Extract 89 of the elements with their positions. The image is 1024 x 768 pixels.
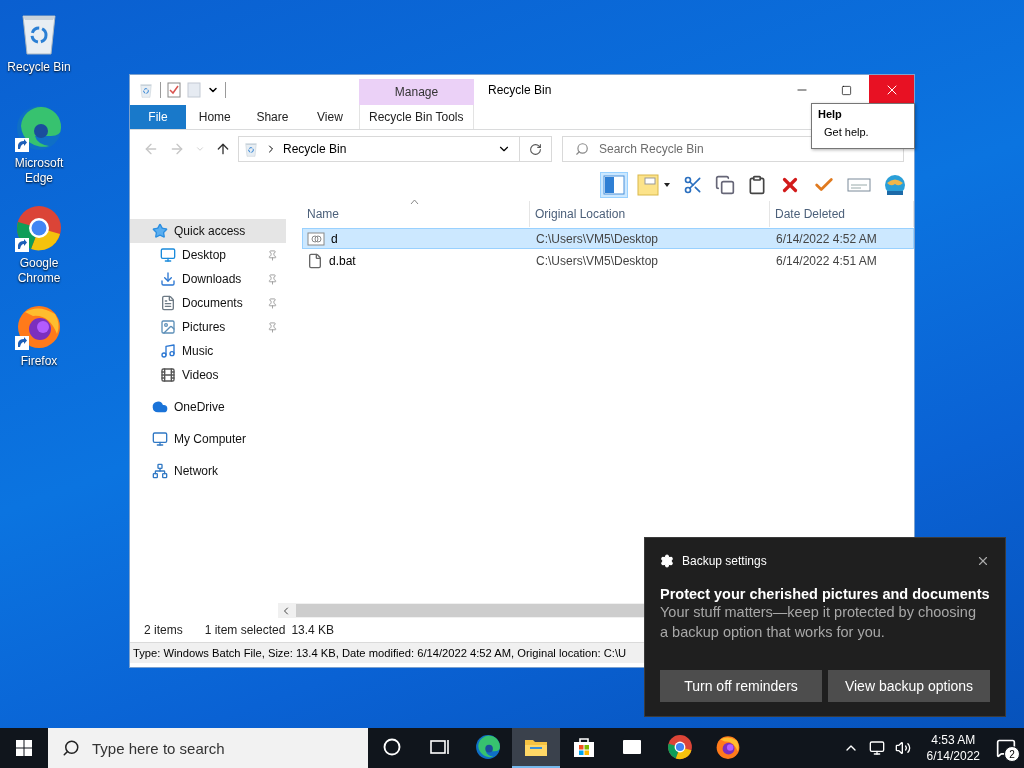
nav-item[interactable]: My Computer xyxy=(130,427,286,451)
item-count: 2 items xyxy=(144,623,183,637)
recycle-bin-icon xyxy=(138,82,154,98)
nav-item[interactable]: Downloads xyxy=(130,267,286,291)
recycle-bin-icon xyxy=(243,141,259,157)
selection-count: 1 item selected xyxy=(204,623,286,637)
file-icon xyxy=(307,252,323,269)
taskbar-search-field[interactable]: Type here to search xyxy=(48,728,368,768)
maximize-icon xyxy=(841,84,852,96)
file-icon xyxy=(307,231,325,246)
star-icon xyxy=(152,223,168,239)
manage-tab[interactable]: Manage xyxy=(359,79,474,105)
scissors-icon xyxy=(683,175,703,195)
file-name: d xyxy=(331,231,338,246)
notification-app: Backup settings xyxy=(682,554,768,568)
notification-button[interactable]: View backup options xyxy=(828,670,990,702)
refresh-button[interactable] xyxy=(520,136,552,162)
ribbon-tab[interactable]: File xyxy=(130,105,186,129)
document-icon xyxy=(160,295,176,311)
circle-icon xyxy=(383,738,401,756)
file-row[interactable]: d C:\Users\VM5\Desktop 6/14/2022 4:52 AM xyxy=(302,228,914,249)
windows-logo-icon xyxy=(16,740,32,756)
pin-icon xyxy=(267,273,278,285)
music-icon xyxy=(160,343,176,359)
network-icon[interactable] xyxy=(868,740,885,756)
arrow-right-icon xyxy=(169,141,185,157)
network-icon xyxy=(152,463,168,479)
column-header[interactable]: Date Deleted xyxy=(770,201,914,227)
nav-item[interactable]: Quick access xyxy=(130,219,286,243)
column-header[interactable]: Name xyxy=(302,201,530,227)
location-cell-text: C:\Users\VM5\Desktop xyxy=(535,253,660,268)
file-row[interactable]: d.bat C:\Users\VM5\Desktop 6/14/2022 4:51 AM xyxy=(302,250,914,271)
layout-toggle-button[interactable] xyxy=(600,172,628,198)
close-button[interactable] xyxy=(869,75,914,105)
notification-title: Protect your cherished pictures and documents xyxy=(660,586,990,602)
desktop-icon-label[interactable]: Google Chrome xyxy=(2,256,76,286)
browser-icon xyxy=(715,734,741,760)
notification-center-button[interactable]: 2 xyxy=(996,738,1016,758)
ribbon-tab[interactable]: Recycle Bin Tools xyxy=(358,105,474,129)
download-icon xyxy=(160,271,176,287)
gear-icon xyxy=(660,554,674,568)
nav-item[interactable]: Music xyxy=(130,339,286,363)
browser-icon xyxy=(667,734,693,760)
caret-icon xyxy=(195,144,205,154)
search-icon xyxy=(575,142,589,156)
cloud-icon xyxy=(152,399,168,415)
nav-item[interactable]: OneDrive xyxy=(130,395,286,419)
search-icon xyxy=(62,739,80,757)
selection-size: 13.4 KB xyxy=(291,623,335,637)
tooltip-title: Help xyxy=(818,108,843,120)
browser-icon xyxy=(475,734,501,760)
refresh-icon xyxy=(529,142,542,156)
close-icon[interactable] xyxy=(976,554,990,568)
nav-item[interactable]: Documents xyxy=(130,291,286,315)
pin-icon xyxy=(267,249,278,261)
notification-badge: 2 xyxy=(1004,746,1020,762)
window-title: Recycle Bin xyxy=(488,83,553,97)
location-cell-text: C:\Users\VM5\Desktop xyxy=(535,231,660,246)
monitor-icon xyxy=(160,247,176,263)
monitor-icon xyxy=(152,431,168,447)
taskbar-app-button[interactable] xyxy=(512,728,560,768)
sort-caret-icon xyxy=(410,199,419,205)
tooltip-text: Get help. xyxy=(823,126,870,138)
notification-button[interactable]: Turn off reminders xyxy=(660,670,822,702)
date-cell-text: 6/14/2022 4:52 AM xyxy=(775,231,878,246)
volume-icon[interactable] xyxy=(894,740,911,756)
nav-item[interactable]: Videos xyxy=(130,363,286,387)
clipboard-icon xyxy=(747,175,767,195)
pin-icon xyxy=(267,321,278,333)
clock[interactable]: 4:53 AM 6/14/2022 xyxy=(926,732,980,764)
desktop-icon-label[interactable]: Recycle Bin xyxy=(7,60,71,75)
film-icon xyxy=(160,367,176,383)
nav-item[interactable]: Network xyxy=(130,459,286,483)
desktop-icon-label[interactable]: Microsoft Edge xyxy=(2,156,76,186)
address-path: Recycle Bin xyxy=(283,142,348,156)
picture-icon xyxy=(160,319,176,335)
copy-icon xyxy=(715,175,735,195)
notification-body: Your stuff matters—keep it protected by choosing a backup option that works for you. xyxy=(660,603,977,642)
address-bar[interactable]: Recycle Bin xyxy=(238,136,520,162)
pin-icon xyxy=(267,297,278,309)
date-cell-text: 6/14/2022 4:51 AM xyxy=(775,253,878,268)
column-header[interactable]: Original Location xyxy=(530,201,770,227)
checklist-icon[interactable] xyxy=(167,82,181,98)
nav-item[interactable]: Pictures xyxy=(130,315,286,339)
shopping-bag-icon xyxy=(573,736,595,758)
task-view-icon xyxy=(430,738,450,756)
nav-item[interactable]: Desktop xyxy=(130,243,286,267)
desktop-icon-label[interactable]: Firefox xyxy=(20,354,58,369)
file-name: d.bat xyxy=(329,253,356,268)
